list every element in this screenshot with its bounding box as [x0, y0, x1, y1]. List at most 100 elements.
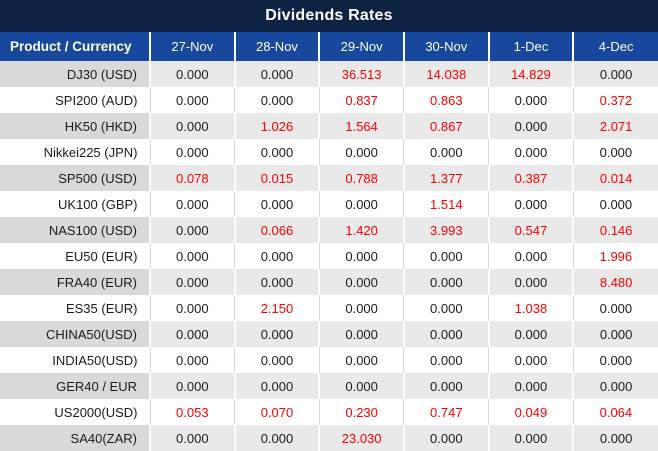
table-row: CHINA50(USD) 0.000 0.000 0.000 0.000 0.000 0.0…	[0, 321, 658, 347]
value-cell: 0.070	[234, 399, 320, 425]
value-cell: 1.377	[402, 165, 489, 191]
header-date-30-nov: 30-Nov	[402, 32, 489, 61]
value-cell: 0.000	[487, 113, 574, 139]
value-cell: 0.000	[233, 321, 320, 347]
value-cell: 0.000	[318, 191, 404, 217]
value-cell: 0.000	[402, 321, 489, 347]
value-cell: 0.000	[233, 425, 320, 451]
value-cell: 0.000	[233, 373, 320, 399]
product-cell: Nikkei225 (JPN)	[0, 139, 150, 165]
value-cell: 0.000	[318, 321, 404, 347]
product-cell: EU50 (EUR)	[0, 243, 150, 269]
value-cell: 0.000	[149, 217, 235, 243]
value-cell: 0.000	[149, 347, 235, 373]
header-date-28-nov: 28-Nov	[233, 32, 320, 61]
header-product-currency: Product / Currency	[0, 32, 150, 61]
table-row: SP500 (USD) 0.078 0.015 0.788 1.377 0.387 0.01…	[0, 165, 658, 191]
value-cell: 0.000	[149, 295, 235, 321]
product-cell: HK50 (HKD)	[0, 113, 150, 139]
value-cell: 0.000	[318, 243, 404, 269]
value-cell: 0.000	[149, 113, 235, 139]
value-cell: 0.000	[318, 139, 404, 165]
value-cell: 0.372	[572, 87, 658, 113]
table-row: FRA40 (EUR) 0.000 0.000 0.000 0.000 0.000 8.48…	[0, 269, 658, 295]
product-cell: NAS100 (USD)	[0, 217, 150, 243]
value-cell: 3.993	[402, 217, 489, 243]
value-cell: 0.000	[234, 347, 320, 373]
value-cell: 0.000	[487, 373, 574, 399]
value-cell: 0.000	[572, 373, 658, 399]
product-cell: ES35 (EUR)	[0, 295, 150, 321]
value-cell: 0.000	[234, 191, 320, 217]
product-cell: INDIA50(USD)	[0, 347, 150, 373]
value-cell: 0.000	[149, 139, 235, 165]
product-cell: FRA40 (EUR)	[0, 269, 150, 295]
table-row: GER40 / EUR 0.000 0.000 0.000 0.000 0.000 0.00…	[0, 373, 658, 399]
value-cell: 0.146	[572, 217, 658, 243]
value-cell: 0.053	[149, 399, 235, 425]
value-cell: 0.000	[234, 87, 320, 113]
value-cell: 0.000	[149, 425, 235, 451]
header-date-4-dec: 4-Dec	[572, 32, 658, 61]
table-header: Product / Currency 27-Nov 28-Nov 29-Nov 30-N…	[0, 32, 658, 61]
value-cell: 0.000	[149, 87, 235, 113]
value-cell: 1.996	[572, 243, 658, 269]
value-cell: 0.000	[149, 243, 235, 269]
value-cell: 1.564	[318, 113, 404, 139]
table-row: INDIA50(USD) 0.000 0.000 0.000 0.000 0.000 0.0…	[0, 347, 658, 373]
value-cell: 0.000	[233, 61, 320, 87]
dividends-table: Product / Currency 27-Nov 28-Nov 29-Nov 30-N…	[0, 32, 658, 451]
dividends-rates-panel: Dividends Rates Product / Currency 27-Nov…	[0, 0, 658, 451]
value-cell: 0.049	[488, 399, 574, 425]
table-row: NAS100 (USD) 0.000 0.066 1.420 3.993 0.547 0.1…	[0, 217, 658, 243]
header-date-1-dec: 1-Dec	[487, 32, 574, 61]
value-cell: 0.000	[487, 425, 574, 451]
value-cell: 0.000	[318, 373, 404, 399]
value-cell: 0.000	[572, 321, 658, 347]
value-cell: 0.000	[149, 373, 235, 399]
value-cell: 0.064	[572, 399, 658, 425]
value-cell: 0.000	[403, 347, 489, 373]
table-row: UK100 (GBP) 0.000 0.000 0.000 1.514 0.000 0.00…	[0, 191, 658, 217]
table-row: SA40(ZAR) 0.000 0.000 23.030 0.000 0.000 0.000	[0, 425, 658, 451]
value-cell: 36.513	[318, 61, 404, 87]
value-cell: 0.000	[403, 243, 489, 269]
value-cell: 0.000	[488, 139, 574, 165]
table-row: US2000(USD) 0.053 0.070 0.230 0.747 0.049 0.06…	[0, 399, 658, 425]
product-cell: SA40(ZAR)	[0, 425, 150, 451]
value-cell: 0.000	[402, 425, 489, 451]
value-cell: 0.000	[487, 269, 574, 295]
value-cell: 1.038	[488, 295, 574, 321]
value-cell: 0.015	[233, 165, 320, 191]
value-cell: 23.030	[318, 425, 404, 451]
value-cell: 2.150	[234, 295, 320, 321]
value-cell: 0.078	[149, 165, 235, 191]
product-cell: DJ30 (USD)	[0, 61, 150, 87]
value-cell: 0.000	[488, 243, 574, 269]
value-cell: 0.000	[572, 61, 658, 87]
value-cell: 0.000	[572, 425, 658, 451]
table-row: EU50 (EUR) 0.000 0.000 0.000 0.000 0.000 1.996	[0, 243, 658, 269]
value-cell: 8.480	[572, 269, 658, 295]
value-cell: 0.747	[403, 399, 489, 425]
value-cell: 0.000	[318, 269, 404, 295]
value-cell: 1.026	[233, 113, 320, 139]
table-row: HK50 (HKD) 0.000 1.026 1.564 0.867 0.000 2.071	[0, 113, 658, 139]
value-cell: 0.000	[403, 139, 489, 165]
value-cell: 0.000	[318, 295, 404, 321]
value-cell: 0.000	[402, 373, 489, 399]
value-cell: 0.788	[318, 165, 404, 191]
value-cell: 0.000	[402, 269, 489, 295]
value-cell: 14.829	[487, 61, 574, 87]
value-cell: 1.514	[403, 191, 489, 217]
value-cell: 0.000	[403, 295, 489, 321]
table-body: DJ30 (USD) 0.000 0.000 36.513 14.038 14.829 0.…	[0, 61, 658, 451]
product-cell: SPI200 (AUD)	[0, 87, 150, 113]
value-cell: 0.014	[572, 165, 658, 191]
value-cell: 0.837	[318, 87, 404, 113]
value-cell: 0.000	[149, 191, 235, 217]
value-cell: 0.000	[572, 191, 658, 217]
value-cell: 0.000	[233, 269, 320, 295]
value-cell: 0.000	[149, 61, 235, 87]
product-cell: CHINA50(USD)	[0, 321, 150, 347]
